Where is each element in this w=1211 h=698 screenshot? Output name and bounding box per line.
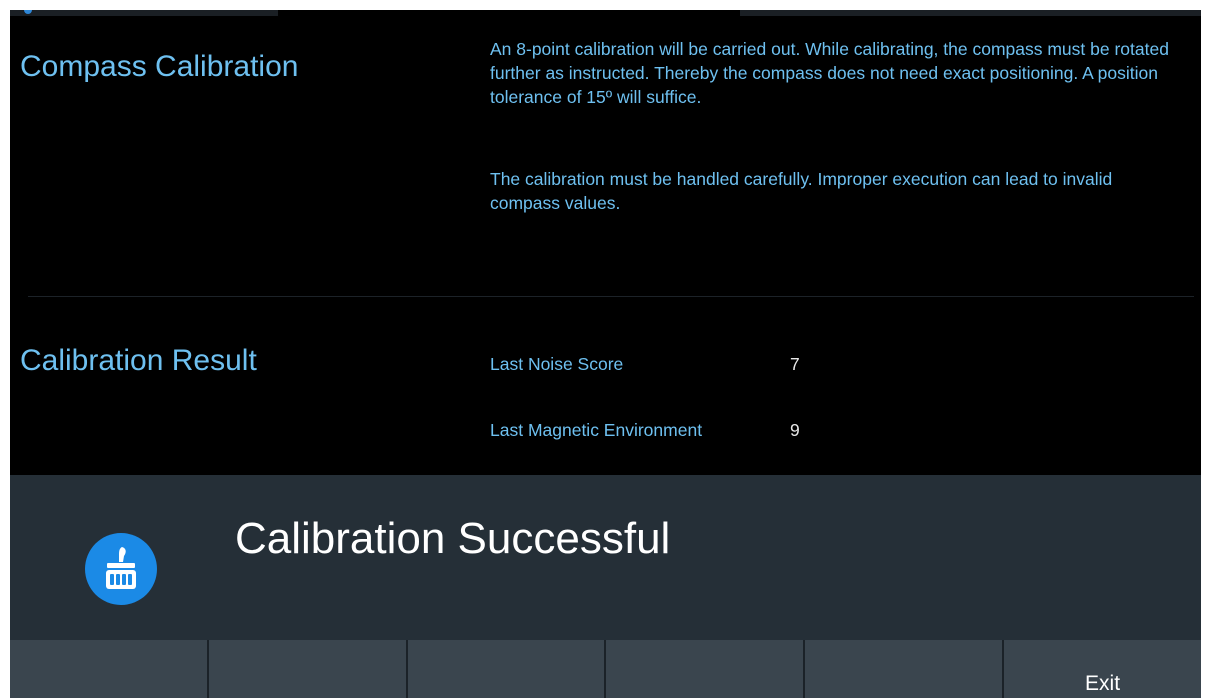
last-noise-score-label: Last Noise Score [490,354,624,374]
exit-button-label: Exit [1085,672,1121,695]
softkey-3[interactable] [408,640,607,698]
last-magnetic-environment-value: 9 [790,420,800,440]
softkey-1[interactable] [10,640,209,698]
tab-indicator [24,10,32,14]
calibration-status-dialog: Calibration Successful [10,475,1201,640]
calibration-instructions: An 8-point calibration will be carried o… [490,39,1169,107]
last-magnetic-environment-label: Last Magnetic Environment [490,420,703,440]
calibration-status-message: Calibration Successful [235,514,671,563]
last-noise-score-value: 7 [790,354,800,374]
softkey-2[interactable] [209,640,408,698]
section-divider [28,296,1194,297]
softkey-4[interactable] [606,640,806,698]
exit-button[interactable]: Exit [1004,640,1201,698]
tab-active [278,10,740,16]
tab-strip [10,10,1201,16]
softkey-5[interactable] [805,640,1005,698]
compass-calibration-title: Compass Calibration [20,50,299,83]
compass-calibration-screen: Compass Calibration An 8-point calibrati… [10,10,1201,698]
brush-icon [85,533,157,605]
calibration-result-title: Calibration Result [20,344,257,377]
softkey-bar: Exit [10,640,1201,698]
calibration-warning: The calibration must be handled carefull… [490,169,1113,213]
